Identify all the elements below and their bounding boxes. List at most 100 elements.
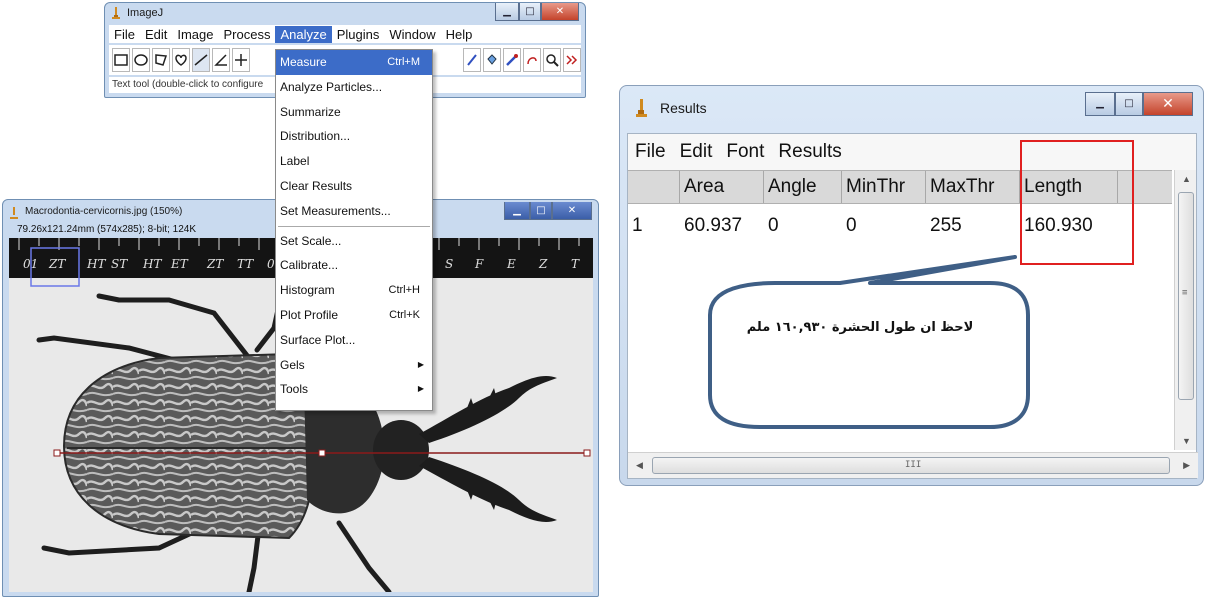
maximize-button[interactable]: □ [1115,92,1143,116]
minimize-button[interactable]: ▁ [504,202,530,220]
freehand-icon [175,54,187,66]
shortcut-label: Ctrl+K [389,308,420,321]
imagej-window-controls: ▁ □ ✕ [495,3,579,21]
grip-icon: ≡ [1182,288,1188,298]
ruler-number: Z [538,257,548,271]
menu-image[interactable]: Image [172,26,218,43]
close-button[interactable]: ✕ [552,202,592,220]
angle-tool[interactable] [212,48,230,72]
menu-item-gels[interactable]: Gels ▶ [276,353,432,378]
line-icon [194,54,208,66]
scroll-down-icon[interactable]: ▼ [1182,436,1191,446]
close-button[interactable]: ✕ [541,3,579,21]
flood-fill-tool[interactable] [483,48,501,72]
horizontal-scrollbar[interactable]: ◀ III ▶ [628,452,1198,478]
menu-help[interactable]: Help [441,26,478,43]
angle-icon [214,54,227,66]
polygon-icon [155,54,168,66]
results-menu-file[interactable]: File [628,141,673,163]
menu-edit[interactable]: Edit [140,26,172,43]
freehand-tool[interactable] [172,48,190,72]
oval-tool[interactable] [132,48,150,72]
menu-item-clear-results[interactable]: Clear Results [276,174,432,199]
image-info: 79.26x121.24mm (574x285); 8-bit; 124K [17,224,196,235]
menu-item-summarize[interactable]: Summarize [276,100,432,125]
zoom-tool[interactable] [543,48,561,72]
menu-item-surface-plot[interactable]: Surface Plot... [276,328,432,353]
results-menu-results[interactable]: Results [771,141,848,163]
ruler-number: ZT [206,257,224,271]
menu-item-measure[interactable]: Measure Ctrl+M [276,50,432,75]
submenu-arrow-icon: ▶ [417,384,424,394]
minimize-button[interactable]: ▁ [495,3,519,21]
menu-window[interactable]: Window [384,26,440,43]
line-handle[interactable] [318,449,326,457]
menu-item-label[interactable]: Label [276,149,432,174]
menu-item-tools[interactable]: Tools ▶ [276,377,432,402]
double-chevron-icon [566,55,578,65]
ruler-number: T [571,257,580,271]
maximize-button[interactable]: □ [519,3,541,21]
menu-item-analyze-particles[interactable]: Analyze Particles... [276,75,432,100]
menu-item-set-scale[interactable]: Set Scale... [276,229,432,254]
ruler-number: 0 [267,257,275,271]
scroll-up-icon[interactable]: ▲ [1182,174,1191,184]
pencil-tool[interactable] [463,48,481,72]
ruler-number: ST [111,257,128,271]
ruler-number: HT [142,257,162,271]
annotation-bubble [708,255,1030,429]
maximize-button[interactable]: □ [530,202,552,220]
menu-item-set-measurements[interactable]: Set Measurements... [276,199,432,224]
column-header-area[interactable]: Area [680,171,764,203]
ruler-number: S [445,257,453,271]
menu-plugins[interactable]: Plugins [332,26,385,43]
scroll-thumb[interactable]: III [652,457,1170,474]
scroll-left-icon[interactable]: ◀ [636,460,643,471]
beetle-head [373,420,429,480]
menu-item-plot-profile[interactable]: Plot Profile Ctrl+K [276,303,432,328]
column-header-minthr[interactable]: MinThr [842,171,926,203]
line-handle[interactable] [583,449,591,457]
ruler-number: E [506,257,516,271]
menu-item-histogram[interactable]: Histogram Ctrl+H [276,278,432,303]
microscope-icon [10,207,18,219]
imagej-titlebar: ImageJ ▁ □ ✕ [105,3,585,23]
column-header-index[interactable] [628,171,680,203]
imagej-menubar: File Edit Image Process Analyze Plugins … [109,25,581,43]
point-tool[interactable] [232,48,250,72]
shortcut-label: Ctrl+H [388,284,420,297]
image-title: Macrodontia-cervicornis.jpg (150%) [25,206,183,217]
line-handle[interactable] [53,449,61,457]
column-header-maxthr[interactable]: MaxThr [926,171,1020,203]
line-tool[interactable] [192,48,210,72]
minimize-icon: ▁ [503,5,511,17]
minimize-button[interactable]: ▁ [1085,92,1115,116]
scroll-thumb[interactable]: ≡ [1178,192,1194,400]
annotation-text: لاحظ ان طول الحشرة ١٦٠,٩٣٠ ملم [746,320,974,335]
microscope-icon [636,99,647,117]
ruler-number: ET [170,257,189,271]
minimize-icon: ▁ [1096,98,1104,109]
results-menu-edit[interactable]: Edit [673,141,720,163]
bucket-icon [487,54,497,65]
menu-analyze[interactable]: Analyze [275,25,332,43]
results-titlebar: Results ▁ □ ✕ [620,86,1203,130]
wand-tool[interactable] [523,48,541,72]
menu-process[interactable]: Process [219,26,276,43]
column-header-angle[interactable]: Angle [764,171,842,203]
more-tools-button[interactable] [563,48,581,72]
menu-item-distribution[interactable]: Distribution... [276,124,432,149]
image-window-controls: ▁ □ ✕ [504,202,592,220]
maximize-icon: □ [536,204,546,216]
results-menu-font[interactable]: Font [719,141,771,163]
vertical-scrollbar[interactable]: ▲ ≡ ▼ [1174,170,1196,450]
polygon-tool[interactable] [152,48,170,72]
zoom-icon [546,54,559,67]
scroll-right-icon[interactable]: ▶ [1183,460,1190,471]
menu-item-calibrate[interactable]: Calibrate... [276,253,432,278]
dropper-tool[interactable] [503,48,521,72]
rectangle-tool[interactable] [112,48,130,72]
menu-file[interactable]: File [109,26,140,43]
close-icon: ✕ [555,5,565,17]
close-button[interactable]: ✕ [1143,92,1193,116]
